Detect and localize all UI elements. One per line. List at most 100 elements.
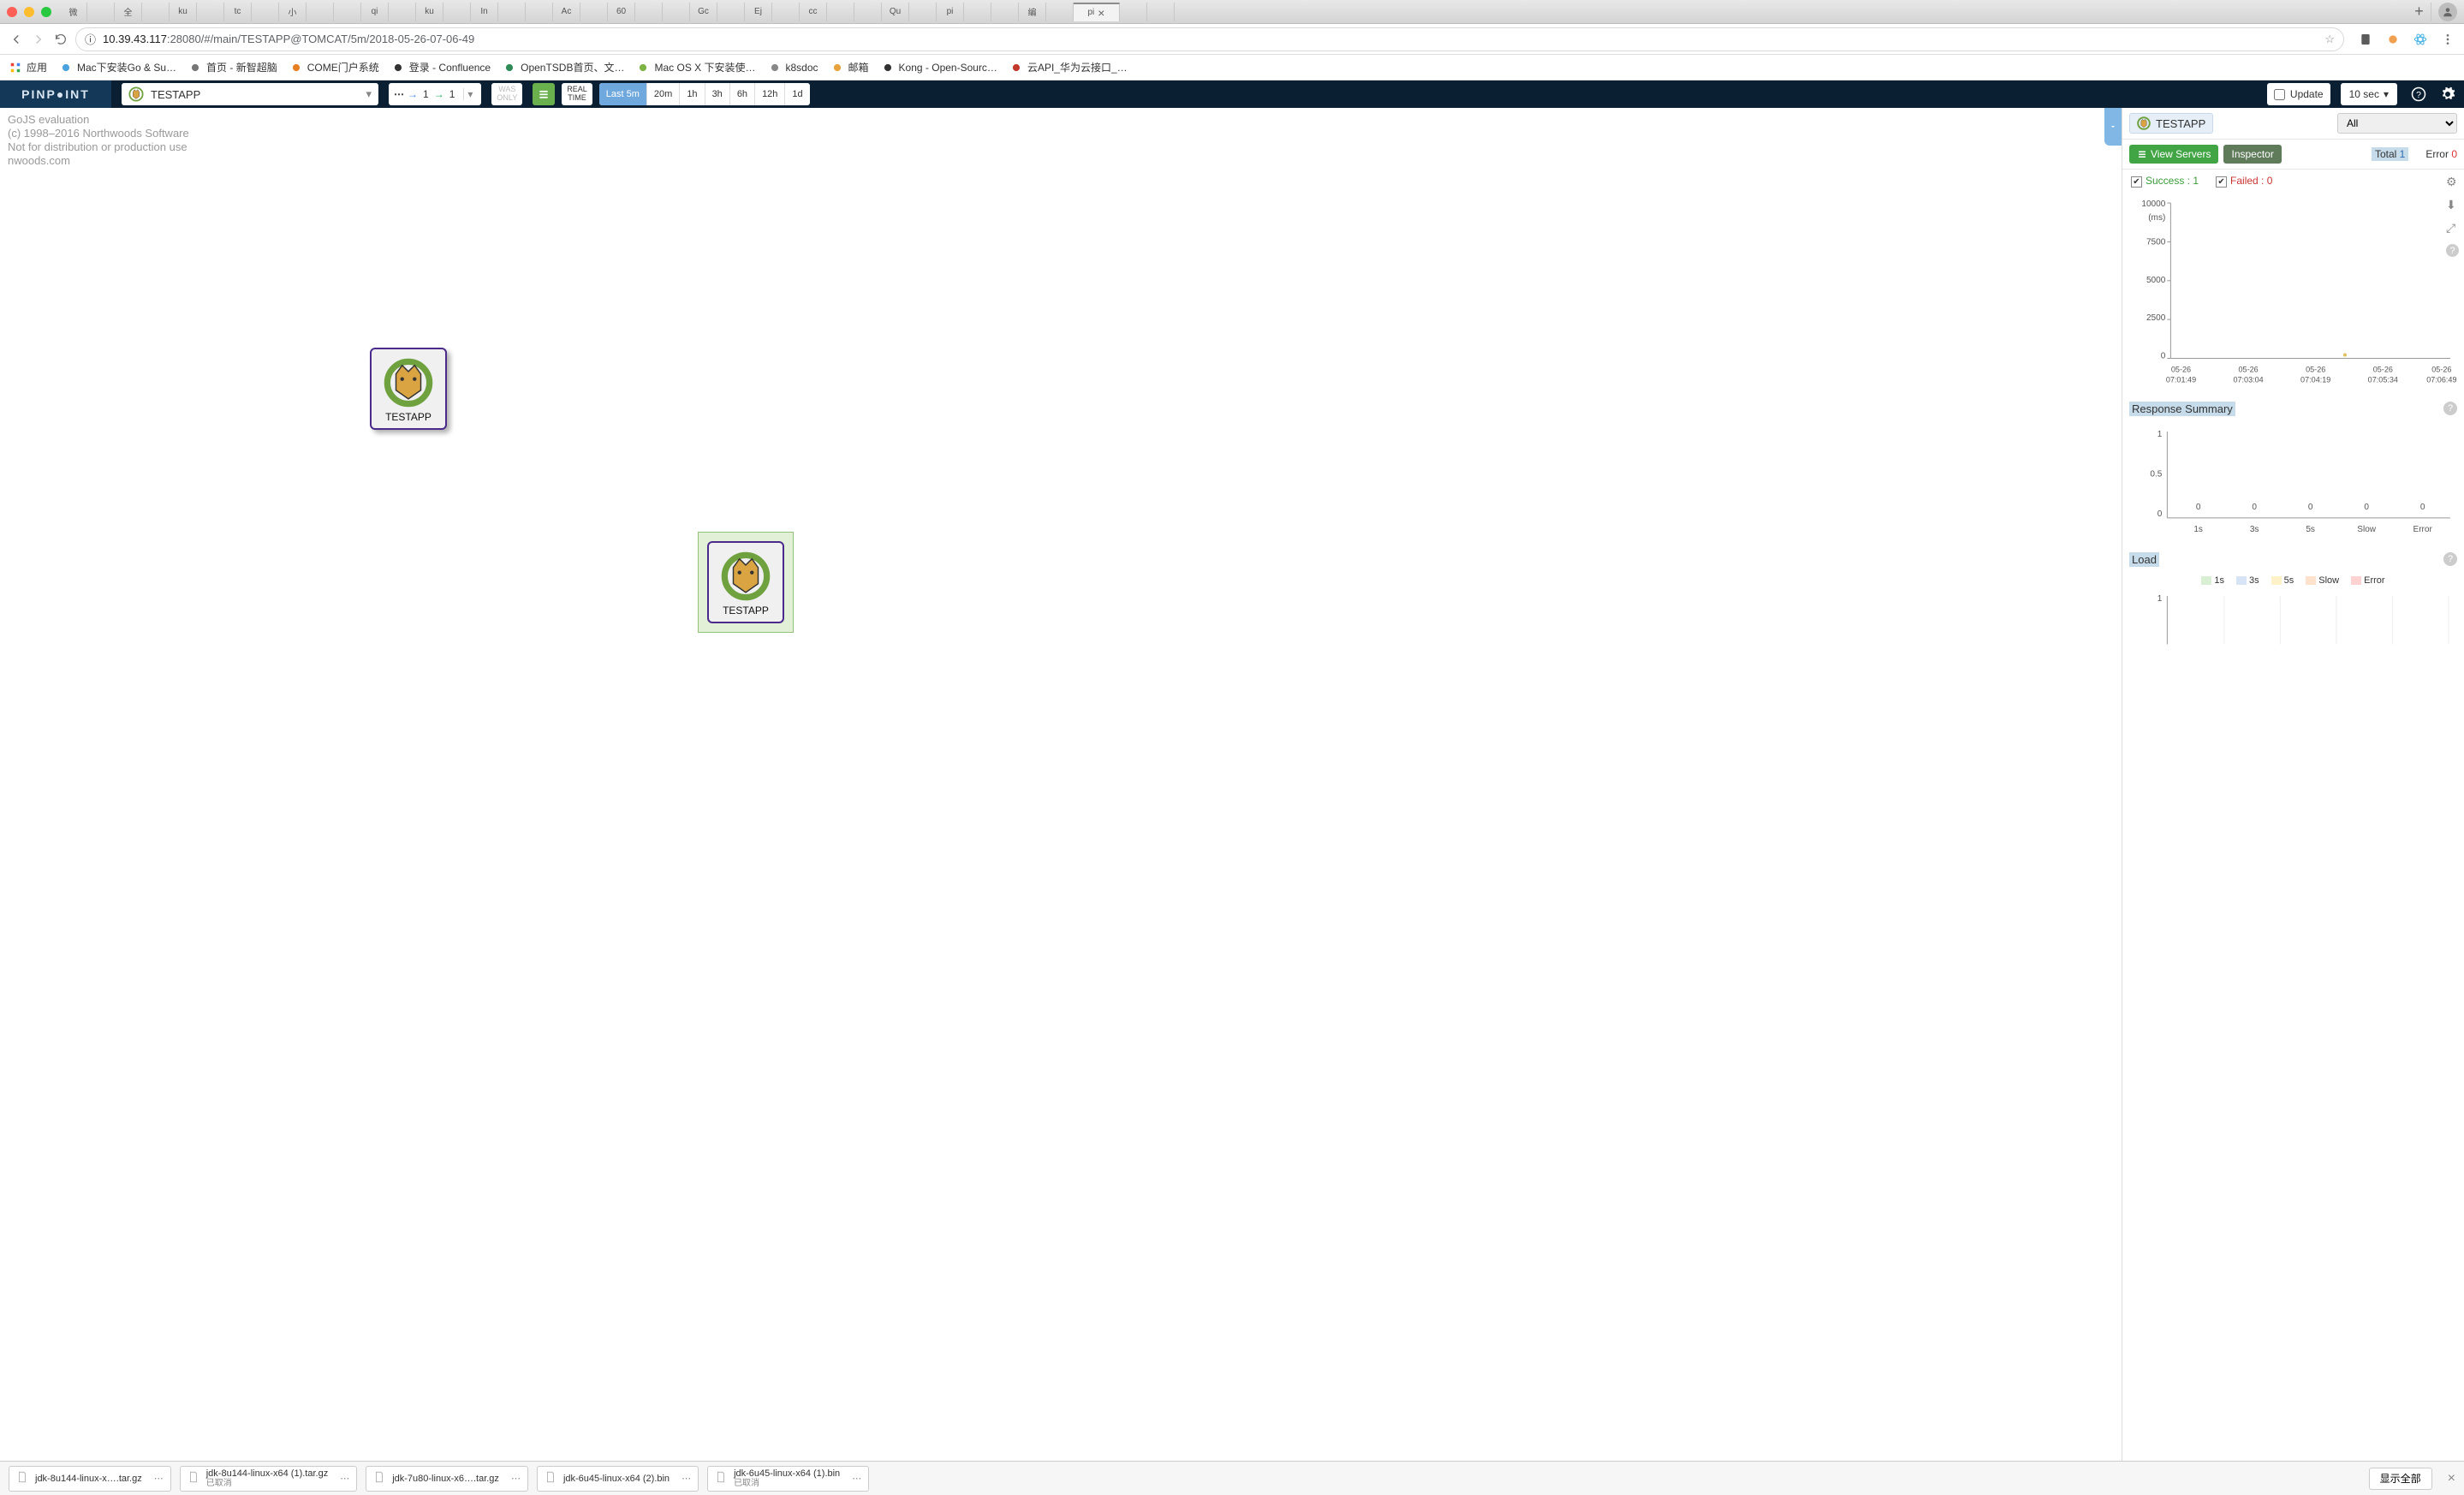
download-item[interactable]: jdk-8u144-linux-x….tar.gz⋯ [9, 1466, 171, 1492]
browser-tab[interactable]: Gc [690, 3, 717, 21]
browser-tab[interactable] [827, 3, 854, 21]
range-20m[interactable]: 20m [647, 83, 680, 105]
browser-tab[interactable] [1046, 3, 1074, 21]
bookmark-item[interactable]: Mac下安装Go & Su… [59, 60, 176, 74]
browser-tab[interactable] [635, 3, 663, 21]
browser-tab[interactable] [854, 3, 882, 21]
browser-tab[interactable] [443, 3, 471, 21]
download-item[interactable]: jdk-6u45-linux-x64 (2).bin⋯ [537, 1466, 699, 1492]
download-item[interactable]: jdk-7u80-linux-x6….tar.gz⋯ [366, 1466, 528, 1492]
browser-tab[interactable]: ku [416, 3, 443, 21]
browser-tab[interactable] [389, 3, 416, 21]
load-chart[interactable]: 1 [2122, 587, 2464, 653]
pinpoint-logo[interactable]: PINP●INT [0, 80, 111, 108]
browser-tab[interactable] [252, 3, 279, 21]
zoom-window[interactable] [41, 7, 51, 17]
panel-collapse-toggle[interactable] [2104, 108, 2122, 146]
browser-tab[interactable]: Ac [553, 3, 580, 21]
info-icon[interactable]: ⓘ [85, 31, 96, 47]
server-node-testapp-1[interactable]: TESTAPP [370, 348, 447, 430]
menu-icon[interactable] [2440, 32, 2455, 47]
profile-avatar[interactable] [2438, 3, 2457, 21]
show-all-downloads-button[interactable]: 显示全部 [2369, 1468, 2432, 1490]
browser-tab[interactable] [909, 3, 937, 21]
browser-tab[interactable]: 60 [608, 3, 635, 21]
range-12h[interactable]: 12h [755, 83, 785, 105]
bookmark-item[interactable]: 首页 - 新智超脑 [188, 60, 277, 74]
browser-tab[interactable] [498, 3, 526, 21]
download-item[interactable]: jdk-6u45-linux-x64 (1).bin已取消⋯ [707, 1466, 869, 1492]
extension-icon[interactable] [2385, 32, 2401, 47]
browser-tab[interactable]: cc [800, 3, 827, 21]
browser-tab[interactable] [964, 3, 991, 21]
evernote-ext-icon[interactable] [2358, 32, 2373, 47]
help-icon[interactable]: ? [2411, 86, 2426, 102]
failed-toggle[interactable]: ✔Failed : 0 [2216, 175, 2272, 188]
agent-filter-select[interactable]: All [2337, 113, 2457, 134]
browser-tab[interactable]: pi [937, 3, 964, 21]
update-checkbox[interactable] [2274, 89, 2285, 100]
browser-tab[interactable]: Ej [745, 3, 772, 21]
scatter-chart[interactable]: 10000 (ms) 7500 5000 2500 0 05-2607:01:4… [2122, 193, 2464, 396]
scatter-download-icon[interactable]: ⬇ [2446, 198, 2459, 212]
help-icon[interactable]: ? [2443, 402, 2457, 415]
browser-tab[interactable] [1147, 3, 1175, 21]
bookmark-item[interactable]: OpenTSDB首页、文… [503, 60, 624, 74]
bookmark-item[interactable]: 邮箱 [830, 60, 869, 74]
browser-tab[interactable] [717, 3, 745, 21]
range-1h[interactable]: 1h [680, 83, 705, 105]
browser-tab[interactable]: Qu [882, 3, 909, 21]
inspector-button[interactable]: Inspector [2223, 145, 2281, 164]
back-button[interactable] [9, 32, 24, 47]
react-ext-icon[interactable] [2413, 32, 2428, 47]
bookmark-item[interactable]: 云API_华为云接口_… [1009, 60, 1128, 74]
scatter-gear-icon[interactable]: ⚙ [2446, 175, 2459, 189]
call-depth-select[interactable]: ⋯ →1 →1 ▾ [389, 83, 481, 105]
browser-tab[interactable] [526, 3, 553, 21]
bookmark-item[interactable]: k8sdoc [768, 60, 818, 74]
minimize-window[interactable] [24, 7, 34, 17]
browser-tab[interactable]: 微 [60, 3, 87, 21]
range-1d[interactable]: 1d [785, 83, 809, 105]
bookmark-item[interactable]: Kong - Open-Sourc… [881, 60, 997, 74]
server-node-group[interactable]: TESTAPP [698, 532, 794, 633]
servermap-mode-button[interactable] [533, 83, 555, 105]
browser-tab[interactable]: 全 [115, 3, 142, 21]
application-select[interactable]: TESTAPP ▾ [122, 83, 378, 105]
bookmark-item[interactable]: Mac OS X 下安装使… [636, 60, 755, 74]
browser-tab[interactable] [772, 3, 800, 21]
scatter-expand-icon[interactable]: ⤢ [2446, 221, 2459, 235]
address-bar[interactable]: ⓘ 10.39.43.117:28080/#/main/TESTAPP@TOMC… [75, 27, 2344, 51]
bookmark-item[interactable]: 登录 - Confluence [391, 60, 491, 74]
browser-tab[interactable]: pi× [1074, 3, 1120, 21]
browser-tab[interactable]: 小 [279, 3, 307, 21]
range-3h[interactable]: 3h [705, 83, 730, 105]
scatter-help-icon[interactable]: ? [2446, 244, 2459, 257]
servermap-canvas[interactable]: GoJS evaluation(c) 1998–2016 Northwoods … [0, 108, 2122, 1461]
settings-gear-icon[interactable] [2440, 86, 2455, 102]
auto-update-toggle[interactable]: Update [2267, 83, 2330, 105]
close-downloads-bar[interactable]: × [2448, 1471, 2455, 1486]
apps-shortcut[interactable]: 应用 [9, 60, 47, 74]
browser-tab[interactable] [142, 3, 170, 21]
download-item[interactable]: jdk-8u144-linux-x64 (1).tar.gz已取消⋯ [180, 1466, 357, 1492]
help-icon[interactable]: ? [2443, 552, 2457, 566]
browser-tab[interactable] [197, 3, 224, 21]
bookmark-star-icon[interactable]: ☆ [2324, 33, 2335, 46]
was-only-toggle[interactable]: WAS ONLY [491, 83, 522, 105]
browser-tab[interactable]: tc [224, 3, 252, 21]
refresh-interval-select[interactable]: 10 sec ▾ [2341, 83, 2397, 105]
browser-tab[interactable] [991, 3, 1019, 21]
view-servers-button[interactable]: View Servers [2129, 145, 2218, 164]
close-window[interactable] [7, 7, 17, 17]
range-Last5m[interactable]: Last 5m [599, 83, 647, 105]
browser-tab[interactable] [334, 3, 361, 21]
browser-tab[interactable]: qi [361, 3, 389, 21]
browser-tab[interactable] [307, 3, 334, 21]
browser-tab[interactable] [87, 3, 115, 21]
browser-tab[interactable] [1120, 3, 1147, 21]
reload-button[interactable] [53, 32, 68, 47]
browser-tab[interactable] [663, 3, 690, 21]
browser-tab[interactable]: In [471, 3, 498, 21]
response-summary-chart[interactable]: 1 0.5 0 01s03s05s0Slow0Error [2122, 421, 2464, 547]
